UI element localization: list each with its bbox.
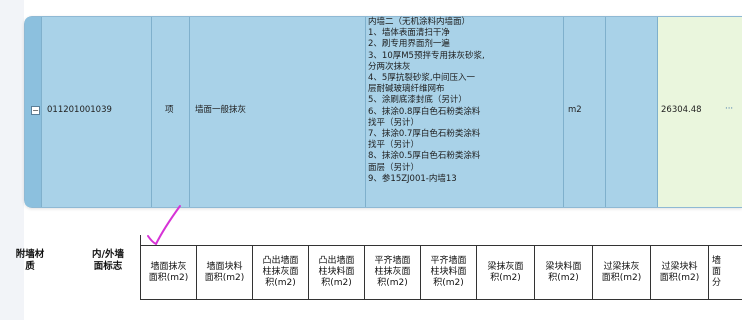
desc-line: 找平（另计） (368, 117, 420, 128)
header-wall-material[interactable]: 附墙材质 (0, 222, 60, 300)
header-col[interactable]: 梁抹灰面 积(m2) (476, 245, 534, 300)
col-divider (563, 17, 564, 207)
desc-line: 3、10厚M5预拌专用抹灰砂浆, (368, 50, 485, 61)
quantity-grid: − 011201001039 项 墙面一般抹灰 内墙二（无机涂料内墙面） 1、墙… (24, 16, 742, 208)
header-col[interactable]: 平齐墙面 柱抹灰面 积(m2) (364, 245, 420, 300)
header-col[interactable]: 梁块料面 积(m2) (534, 245, 592, 300)
header-col-partial[interactable]: 墙面分 (708, 245, 742, 300)
item-description: 内墙二（无机涂料内墙面） 1、墙体表面清扫干净 2、刷专用界面剂一遍 3、10厚… (368, 17, 536, 185)
desc-line: 2、刷专用界面剂一遍 (368, 39, 450, 50)
header-col[interactable]: 墙面抹灰 面积(m2) (140, 245, 196, 300)
item-unit: m2 (568, 105, 582, 115)
desc-line: 5、涂刷底漆封底（另计） (368, 95, 467, 106)
column-header-row: 附墙材质 内/外墙 面标志 墙面抹灰 面积(m2) 墙面块料 面积(m2) 凸出墙面柱… (16, 222, 742, 300)
desc-line: 4、5厚抗裂砂浆,中间压入一 (368, 73, 476, 84)
item-name: 墙面一般抹灰 (195, 105, 247, 115)
header-col[interactable]: 过梁块料 面积(m2) (650, 245, 708, 300)
header-col[interactable]: 过梁抹灰 面积(m2) (592, 245, 650, 300)
desc-line: 找平（另计） (368, 140, 420, 151)
desc-line: 6、抹涂0.8厚白色石粉类涂料 (368, 106, 481, 117)
desc-line: 8、抹涂0.5厚白色石粉类涂料 (368, 151, 481, 162)
header-inner-outer-wall[interactable]: 内/外墙 面标志 (82, 222, 134, 300)
desc-line: 9、参15ZJ001-内墙13 (368, 173, 457, 184)
desc-line: 内墙二（无机涂料内墙面） (368, 17, 471, 27)
item-type: 项 (165, 105, 174, 115)
header-col[interactable]: 墙面块料 面积(m2) (196, 245, 252, 300)
col-divider (151, 17, 152, 207)
col-divider (365, 17, 366, 207)
desc-line: 1、墙体表面清扫干净 (368, 28, 450, 39)
desc-line: 7、抹涂0.7厚白色石粉类涂料 (368, 129, 481, 140)
col-divider (605, 17, 606, 207)
header-col[interactable]: 凸出墙面 柱抹灰面 积(m2) (252, 245, 308, 300)
desc-line: 分两次抹灰 (368, 61, 411, 72)
table-row-selected[interactable]: − 011201001039 项 墙面一般抹灰 内墙二（无机涂料内墙面） 1、墙… (24, 16, 742, 208)
collapse-toggle-icon[interactable]: − (31, 106, 40, 115)
header-col[interactable]: 凸出墙面 柱块料面 积(m2) (308, 245, 364, 300)
header-col[interactable]: 平齐墙面 柱块料面 积(m2) (420, 245, 476, 300)
col-divider (41, 17, 42, 207)
col-divider (189, 17, 190, 207)
item-quantity: 26304.48 (661, 105, 702, 115)
desc-line: 层耐碱玻璃纤维网布 (368, 84, 445, 95)
item-code: 011201001039 (47, 105, 112, 115)
more-options-icon[interactable]: ··· (725, 104, 733, 115)
desc-line: 面层（另计） (368, 162, 420, 173)
